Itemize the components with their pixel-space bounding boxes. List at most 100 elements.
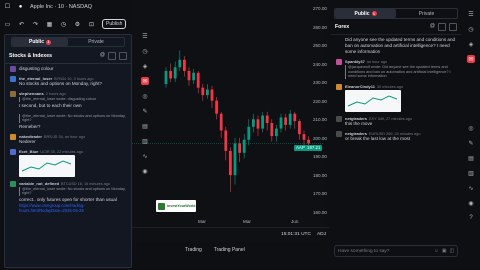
chat-icon[interactable]: ✉ bbox=[467, 55, 475, 63]
emoji-icon[interactable]: ☺ bbox=[434, 249, 439, 254]
avatar[interactable] bbox=[336, 37, 342, 43]
username[interactable]: EleanorCindy11 bbox=[345, 84, 375, 89]
calendar-icon[interactable]: ▤ bbox=[141, 122, 149, 130]
chat-message[interactable]: Ecet_Blue UCIR 35, 22 minutes ago bbox=[5, 147, 131, 179]
quoted-message[interactable]: @the_eternal_loser wrote: disgusting col… bbox=[19, 97, 126, 102]
broadcast-icon[interactable]: ◉ bbox=[467, 199, 475, 207]
chart-snapshot-thumbnail[interactable] bbox=[345, 89, 401, 112]
avatar[interactable] bbox=[10, 91, 16, 97]
message-link[interactable]: https://www.cmegroup.com/trading-hours.h… bbox=[19, 203, 126, 213]
avatar[interactable] bbox=[10, 133, 16, 140]
notification-badge: 1 bbox=[371, 11, 377, 16]
candle-body bbox=[164, 70, 168, 84]
chat-message[interactable]: Spankly37 an hour ago @jacquewolf wrote: D… bbox=[331, 57, 461, 82]
candle-body bbox=[219, 113, 223, 131]
avatar[interactable] bbox=[10, 148, 16, 155]
pulse-icon[interactable]: ∿ bbox=[467, 184, 475, 192]
avatar[interactable] bbox=[10, 76, 16, 82]
publish-button[interactable]: Publish bbox=[102, 19, 127, 29]
more-icon[interactable] bbox=[449, 23, 457, 31]
avatar[interactable] bbox=[336, 59, 342, 65]
at-mention-icon[interactable]: @ bbox=[430, 23, 435, 31]
avatar[interactable] bbox=[336, 83, 342, 90]
menu-icon[interactable]: ☐ bbox=[4, 3, 11, 10]
tab-public-right[interactable]: Public 1 bbox=[335, 9, 396, 18]
chart-snapshot-icon[interactable]: ◫ bbox=[449, 249, 454, 254]
room-title-right[interactable]: Forex bbox=[335, 24, 349, 30]
target-icon[interactable]: ◎ bbox=[141, 92, 149, 100]
quoted-message[interactable]: @jacquewolf wrote: Did anyone see the up… bbox=[345, 65, 456, 79]
chat-message[interactable]: the_eternal_loser BYN34 10, 3 hours ago No… bbox=[5, 74, 131, 89]
utc-clock[interactable]: 15:01:31 UTC bbox=[281, 232, 311, 237]
chat-message[interactable]: nakedtrader BRS/JD 34, an hour ago Nederer bbox=[5, 132, 131, 147]
price-tick-label: 270.00 bbox=[312, 6, 327, 11]
expand-icon[interactable] bbox=[438, 23, 446, 31]
candle-body bbox=[192, 72, 195, 81]
alerts-icon[interactable]: ◷ bbox=[467, 25, 475, 33]
tab-trading-panel[interactable]: Trading Panel bbox=[214, 247, 245, 253]
more-icon[interactable] bbox=[119, 52, 127, 60]
tab-public[interactable]: Public 1 bbox=[12, 38, 68, 46]
notification-badge: 1 bbox=[46, 39, 51, 45]
avatar[interactable] bbox=[10, 113, 16, 119]
sponsor-banner[interactable]: investYourWorld bbox=[156, 200, 196, 212]
settings-icon[interactable]: ⚙ bbox=[74, 21, 81, 28]
chat-message[interactable]: variable_not_defined BTCUSD 16, 16 minute… bbox=[5, 179, 131, 216]
candle-body bbox=[242, 139, 246, 153]
candle-body bbox=[288, 113, 292, 125]
layout-icon[interactable]: ▭ bbox=[4, 21, 11, 28]
chat-message[interactable]: EleanorCindy11 30 minutes ago bbox=[331, 82, 461, 114]
layers-icon[interactable]: ◈ bbox=[467, 40, 475, 48]
alerts-icon[interactable]: ◷ bbox=[141, 47, 149, 55]
expand-icon[interactable] bbox=[108, 52, 116, 60]
username[interactable]: Ecet_Blue bbox=[19, 149, 38, 154]
watchlist-icon[interactable]: ☰ bbox=[467, 10, 475, 18]
avatar[interactable] bbox=[336, 130, 342, 137]
message-input[interactable]: Have something to say? ☺ ▣ ◫ bbox=[334, 245, 458, 257]
chat-icon[interactable]: ✉ bbox=[141, 77, 149, 85]
at-mention-icon[interactable]: @ bbox=[100, 52, 105, 60]
quoted-message[interactable]: @the_eternal_loser wrote: No stocks and … bbox=[19, 113, 126, 123]
chat-message[interactable]: netgtraders EURUSD 269, 24 minutes ago or … bbox=[331, 129, 461, 144]
chart-snapshot-thumbnail[interactable] bbox=[19, 154, 75, 177]
news-icon[interactable]: ▥ bbox=[141, 137, 149, 145]
avatar[interactable] bbox=[10, 66, 16, 72]
redo-icon[interactable]: ↷ bbox=[32, 21, 39, 28]
clock-icon[interactable]: ◷ bbox=[60, 21, 67, 28]
undo-icon[interactable]: ↶ bbox=[18, 21, 25, 28]
chat-message[interactable]: stephenoans 2 hours ago @the_eternal_loser… bbox=[5, 89, 131, 111]
avatar[interactable] bbox=[336, 115, 342, 122]
camera-icon[interactable]: ⊡ bbox=[88, 21, 95, 28]
calendar-icon[interactable]: ▤ bbox=[467, 154, 475, 162]
avatar[interactable] bbox=[10, 180, 16, 187]
symbol-title[interactable]: Apple Inc · 10 · NASDAQ bbox=[30, 4, 92, 10]
news-icon[interactable]: ▥ bbox=[467, 169, 475, 177]
watchlist-icon[interactable]: ☰ bbox=[141, 32, 149, 40]
image-icon[interactable]: ▣ bbox=[442, 249, 447, 254]
tab-private[interactable]: Private bbox=[68, 38, 124, 46]
quoted-message[interactable]: @the_eternal_loser wrote: No stocks and … bbox=[19, 186, 126, 196]
broadcast-icon[interactable]: ◉ bbox=[141, 167, 149, 175]
message-header: stephenoans 2 hours ago bbox=[19, 91, 126, 96]
chat-message[interactable]: @the_eternal_loser wrote: No stocks and … bbox=[5, 111, 131, 132]
ideas-icon[interactable]: ✎ bbox=[467, 139, 475, 147]
username[interactable]: Spankly37 bbox=[345, 59, 365, 64]
chat-message[interactable]: Did anyone see the updated terms and con… bbox=[331, 35, 461, 57]
target-icon[interactable]: ◎ bbox=[467, 124, 475, 132]
ideas-icon[interactable]: ✎ bbox=[141, 107, 149, 115]
adj-toggle[interactable]: ADJ bbox=[317, 232, 326, 237]
message-text: No stocks and options on Monday, right? bbox=[19, 81, 102, 86]
tab-trading[interactable]: Trading bbox=[185, 247, 202, 253]
pulse-icon[interactable]: ∿ bbox=[141, 152, 149, 160]
chat-message[interactable]: netgtraders EXY 349, 27 minutes ago this t… bbox=[331, 114, 461, 129]
tab-private-right[interactable]: Private bbox=[396, 9, 457, 18]
help-icon[interactable]: ? bbox=[467, 214, 475, 222]
layers-icon[interactable]: ◈ bbox=[141, 62, 149, 70]
grid-icon[interactable]: ▦ bbox=[46, 21, 53, 28]
price-tick-label: 180.00 bbox=[312, 172, 327, 178]
username[interactable]: stephenoans bbox=[19, 91, 44, 96]
room-title[interactable]: Stocks & Indexes bbox=[9, 53, 52, 59]
price-axis[interactable]: 270.00 260.00 250.00 240.00 230.00 220.00 210.… bbox=[305, 0, 329, 242]
username[interactable]: variable_not_defined bbox=[19, 181, 59, 186]
chat-message[interactable]: disgusting colour bbox=[5, 64, 131, 74]
